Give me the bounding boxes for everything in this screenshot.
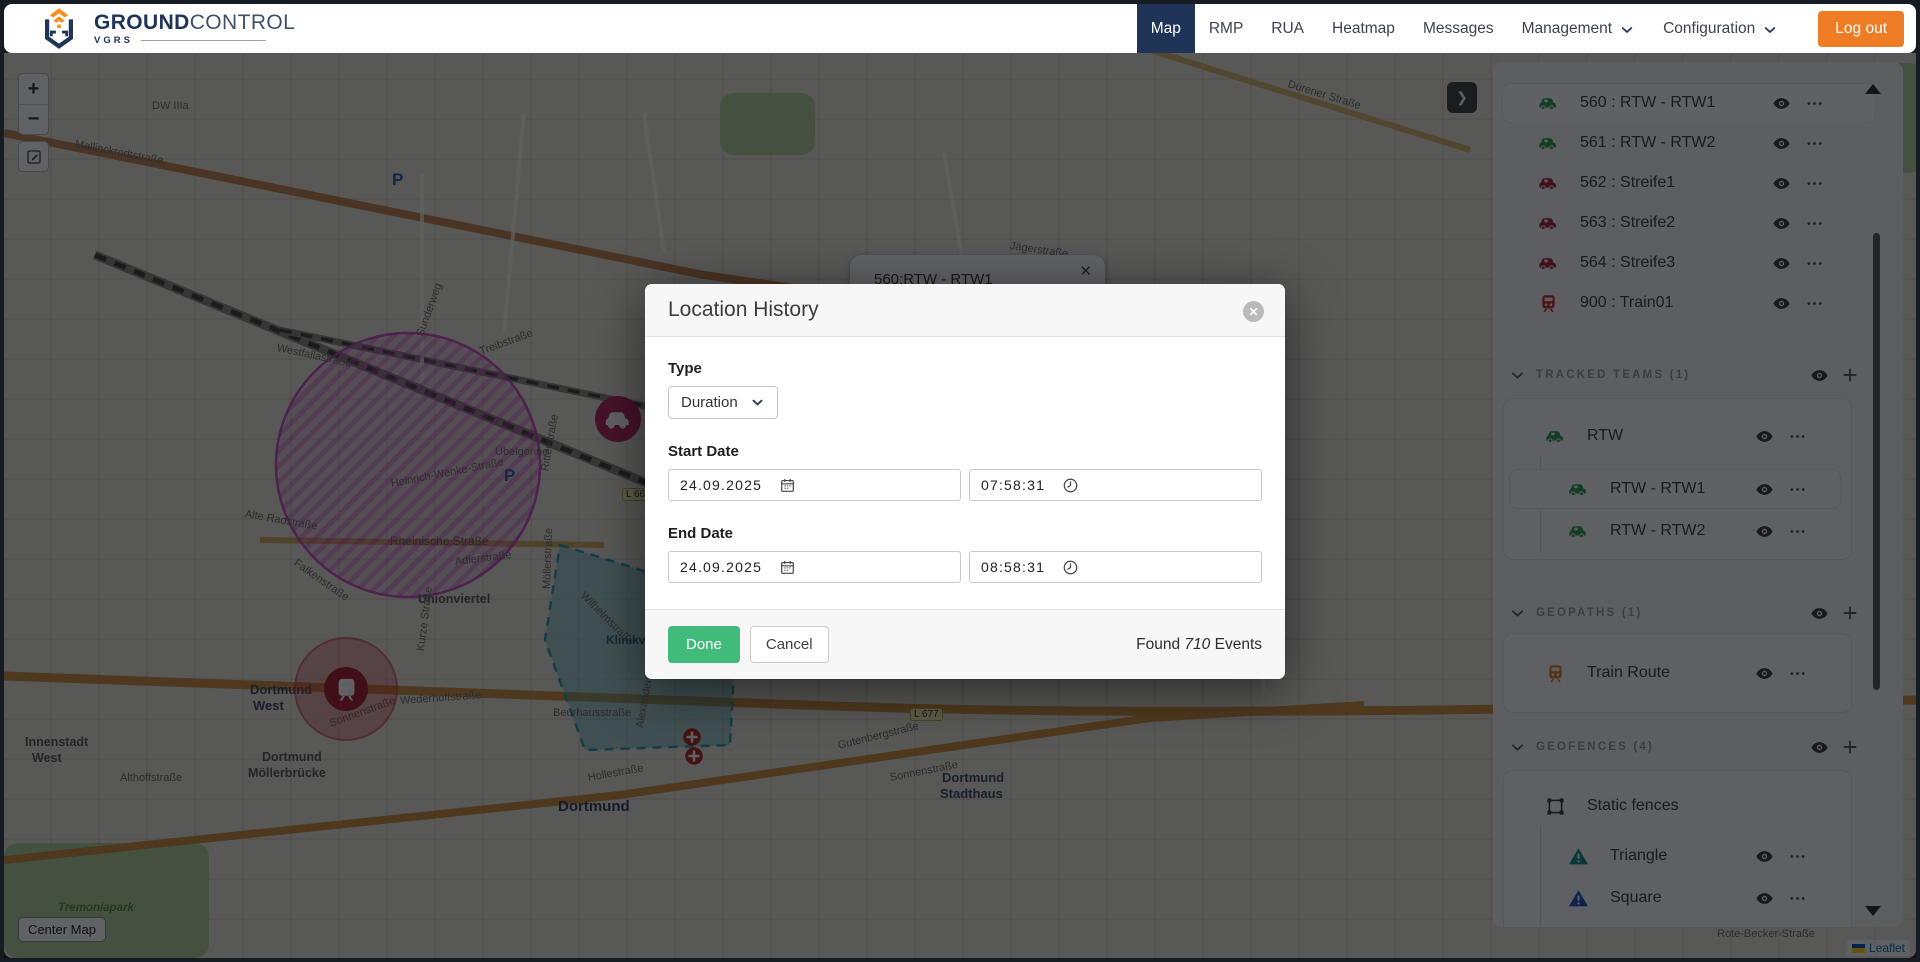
groundcontrol-logo-icon bbox=[34, 6, 84, 52]
brand-logo: GROUNDCONTROL VGRS bbox=[34, 6, 295, 52]
calendar-icon[interactable] bbox=[779, 559, 796, 576]
nav-tab-configuration[interactable]: Configuration bbox=[1649, 4, 1792, 53]
found-events-text: Found 710 Events bbox=[1136, 635, 1262, 653]
nav-tab-management[interactable]: Management bbox=[1508, 4, 1649, 53]
modal-body: Type Duration Start Date 24.09.2025 07:5… bbox=[645, 337, 1285, 609]
end-time-input[interactable]: 08:58:31 bbox=[969, 551, 1262, 583]
brand-sub: VGRS bbox=[94, 34, 133, 46]
start-time-input[interactable]: 07:58:31 bbox=[969, 469, 1262, 501]
brand-underline bbox=[140, 39, 266, 41]
modal-header: Location History bbox=[645, 284, 1285, 337]
type-select[interactable]: Duration bbox=[668, 386, 778, 419]
type-label: Type bbox=[668, 360, 702, 377]
clock-icon[interactable] bbox=[1062, 477, 1079, 494]
chevron-down-icon bbox=[750, 395, 765, 410]
chevron-down-icon bbox=[1762, 22, 1778, 38]
top-nav-bar: GROUNDCONTROL VGRS Map RMP RUA Heatmap Messa… bbox=[4, 4, 1916, 53]
start-date-input[interactable]: 24.09.2025 bbox=[668, 469, 961, 501]
location-history-modal: Location History Type Duration Start Dat… bbox=[645, 284, 1285, 679]
end-time-value: 08:58:31 bbox=[981, 559, 1046, 575]
start-date-label: Start Date bbox=[668, 443, 739, 460]
cancel-button[interactable]: Cancel bbox=[749, 626, 829, 663]
modal-title: Location History bbox=[668, 298, 819, 321]
type-select-value: Duration bbox=[681, 394, 738, 411]
modal-footer: Done Cancel Found 710 Events bbox=[645, 609, 1285, 679]
nav-tab-rua[interactable]: RUA bbox=[1257, 4, 1318, 53]
nav-tab-messages[interactable]: Messages bbox=[1409, 4, 1508, 53]
start-time-value: 07:58:31 bbox=[981, 477, 1046, 493]
nav-tab-rmp[interactable]: RMP bbox=[1195, 4, 1257, 53]
nav-tab-heatmap[interactable]: Heatmap bbox=[1318, 4, 1409, 53]
close-icon[interactable] bbox=[1243, 301, 1264, 322]
start-date-value: 24.09.2025 bbox=[680, 477, 763, 493]
end-date-value: 24.09.2025 bbox=[680, 559, 763, 575]
end-date-label: End Date bbox=[668, 525, 734, 542]
done-button[interactable]: Done bbox=[668, 626, 740, 663]
logout-button[interactable]: Log out bbox=[1818, 10, 1904, 47]
calendar-icon[interactable] bbox=[779, 477, 796, 494]
nav-tab-map[interactable]: Map bbox=[1136, 4, 1195, 53]
clock-icon[interactable] bbox=[1062, 559, 1079, 576]
nav-tabs: Map RMP RUA Heatmap Messages Management Config… bbox=[1136, 4, 1793, 53]
brand-name: GROUNDCONTROL bbox=[94, 10, 296, 34]
chevron-down-icon bbox=[1619, 22, 1635, 38]
end-date-input[interactable]: 24.09.2025 bbox=[668, 551, 961, 583]
